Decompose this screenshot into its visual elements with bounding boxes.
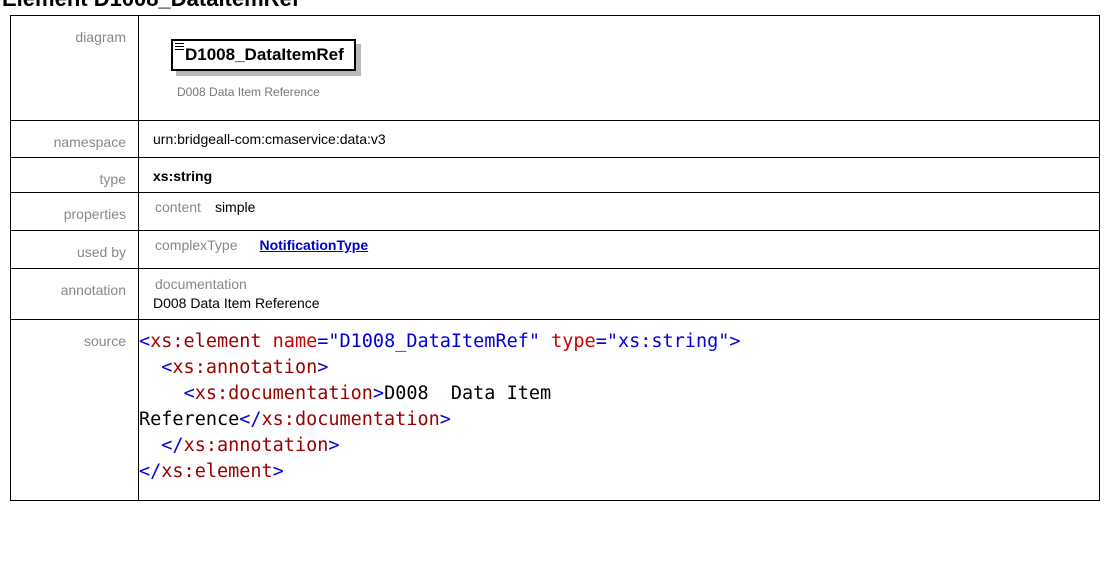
property-key: content	[155, 199, 201, 215]
element-list-icon	[175, 43, 184, 50]
diagram-element-box: D1008_DataItemRef	[171, 39, 356, 71]
row-label-type: type	[10, 157, 139, 193]
namespace-value: urn:bridgeall-com:cmaservice:data:v3	[153, 131, 386, 147]
row-used-by: used by complexType NotificationType	[10, 230, 1100, 269]
diagram-element-name: D1008_DataItemRef	[185, 45, 344, 64]
annotation-text: D008 Data Item Reference	[153, 295, 320, 311]
row-label-annotation: annotation	[10, 268, 139, 320]
row-source: source <xs:element name="D1008_DataItemR…	[10, 319, 1100, 501]
diagram-cell: D1008_DataItemRef D008 Data Item Referen…	[138, 15, 1100, 121]
annotation-heading: documentation	[155, 276, 247, 292]
row-label-properties: properties	[10, 192, 139, 231]
type-value: xs:string	[153, 168, 213, 184]
notification-type-link[interactable]: NotificationType	[259, 237, 368, 253]
used-by-kind: complexType	[155, 237, 238, 253]
row-namespace: namespace urn:bridgeall-com:cmaservice:d…	[10, 120, 1100, 158]
properties-line: content simple	[153, 193, 1099, 215]
page-header-fragment: Element D1008_DataItemRef	[0, 0, 1110, 14]
diagram-area: D1008_DataItemRef D008 Data Item Referen…	[153, 16, 1099, 120]
row-properties: properties content simple	[10, 192, 1100, 231]
page-header-text: Element D1008_DataItemRef	[2, 0, 299, 12]
row-label-diagram: diagram	[10, 15, 139, 121]
row-label-source: source	[10, 319, 139, 501]
row-type: type xs:string	[10, 157, 1100, 193]
used-by-line: complexType NotificationType	[153, 231, 1099, 253]
diagram-caption: D008 Data Item Reference	[177, 85, 320, 99]
row-label-used-by: used by	[10, 230, 139, 269]
property-value: simple	[214, 199, 256, 215]
row-annotation: annotation documentation D008 Data Item …	[10, 268, 1100, 320]
row-label-namespace: namespace	[10, 120, 139, 158]
row-diagram: diagram D1008_DataItemRef D008 Data Item…	[10, 15, 1100, 121]
source-code: <xs:element name="D1008_DataItemRef" typ…	[139, 331, 741, 482]
element-doc-table: diagram D1008_DataItemRef D008 Data Item…	[10, 15, 1100, 501]
